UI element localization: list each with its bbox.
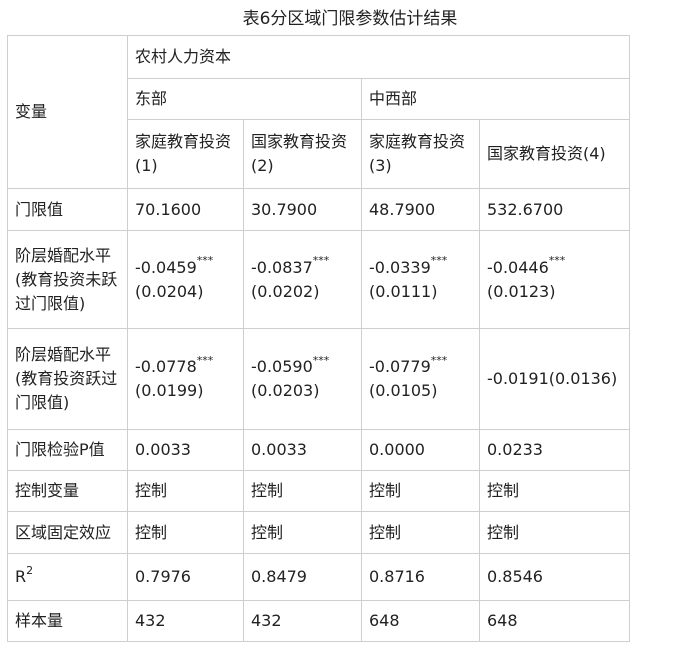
row-label: 门限值 bbox=[7, 188, 128, 231]
table-row-pvalue: 门限检验P值 0.0033 0.0033 0.0000 0.0233 bbox=[7, 429, 630, 471]
cell-value: 控制 bbox=[479, 470, 630, 512]
cell-value: 控制 bbox=[243, 511, 362, 554]
coefficient: -0.0459 bbox=[135, 257, 197, 277]
cell-value: 0.0033 bbox=[127, 429, 244, 471]
header-region-east: 东部 bbox=[127, 78, 362, 120]
row-label: 控制变量 bbox=[7, 470, 128, 512]
coefficient: -0.0778 bbox=[135, 357, 197, 376]
row-label: 阶层婚配水平 (教育投资未跃 过门限值) bbox=[7, 230, 128, 329]
row-label: 样本量 bbox=[7, 600, 128, 642]
r2-superscript: 2 bbox=[26, 563, 34, 577]
table-caption: 表6分区域门限参数估计结果 bbox=[242, 9, 458, 29]
cell-value: 70.1600 bbox=[127, 188, 244, 231]
table-row-r-squared: R2 0.7976 0.8479 0.8716 0.8546 bbox=[7, 553, 630, 601]
coefficient: -0.0446 bbox=[487, 257, 549, 277]
results-table: 变量 农村人力资本 东部 中西部 家庭教育投资 (1) 国家教育投资 (2) 家… bbox=[7, 35, 630, 642]
cell-value: 648 bbox=[361, 600, 480, 642]
cell-value: 432 bbox=[243, 600, 362, 642]
row-label-line-2: (教育投资跃过 bbox=[15, 369, 118, 388]
standard-error: (0.0199) bbox=[135, 381, 204, 400]
header-col-2: 国家教育投资 (2) bbox=[243, 119, 362, 189]
cell-coef-se: -0.0837*** (0.0202) bbox=[243, 230, 362, 329]
row-label: 门限检验P值 bbox=[7, 429, 128, 471]
header-col-1-line-1: 家庭教育投资 bbox=[135, 132, 232, 151]
cell-value: 控制 bbox=[361, 511, 480, 554]
header-group: 农村人力资本 bbox=[127, 35, 630, 79]
header-col-3-line-2: (3) bbox=[369, 156, 392, 175]
r2-label: R bbox=[15, 567, 27, 586]
row-label-line-2: (教育投资未跃 bbox=[15, 269, 118, 289]
coefficient: -0.0590 bbox=[251, 357, 313, 376]
cell-value: 0.8479 bbox=[243, 553, 362, 601]
header-variable: 变量 bbox=[7, 35, 128, 189]
header-region-east-label: 东部 bbox=[135, 89, 168, 108]
cell-value: 控制 bbox=[243, 470, 362, 512]
cell-value: 控制 bbox=[127, 470, 244, 512]
header-region-midwest-label: 中西部 bbox=[369, 89, 418, 108]
header-col-3: 家庭教育投资 (3) bbox=[361, 119, 480, 189]
cell-coef-se: -0.0778*** (0.0199) bbox=[127, 328, 244, 430]
row-label: 阶层婚配水平 (教育投资跃过 门限值) bbox=[7, 328, 128, 430]
header-col-4: 国家教育投资(4) bbox=[479, 119, 630, 189]
header-row-group: 变量 农村人力资本 bbox=[7, 35, 630, 189]
standard-error: (0.0105) bbox=[369, 381, 438, 400]
row-label: R2 bbox=[7, 553, 128, 601]
table-row-threshold: 门限值 70.1600 30.7900 48.7900 532.6700 bbox=[7, 188, 630, 231]
header-col-3-line-1: 家庭教育投资 bbox=[369, 132, 466, 151]
header-col-2-line-1: 国家教育投资 bbox=[251, 132, 348, 151]
standard-error: (0.0204) bbox=[135, 281, 204, 301]
table-row-below-threshold: 阶层婚配水平 (教育投资未跃 过门限值) -0.0459*** (0.0204)… bbox=[7, 230, 630, 329]
cell-value: 控制 bbox=[479, 511, 630, 554]
header-region-midwest: 中西部 bbox=[361, 78, 630, 120]
significance-stars: *** bbox=[196, 353, 214, 367]
table-row-controls: 控制变量 控制 控制 控制 控制 bbox=[7, 470, 630, 512]
cell-value: 432 bbox=[127, 600, 244, 642]
cell-coef-se: -0.0339*** (0.0111) bbox=[361, 230, 480, 329]
cell-value: 648 bbox=[479, 600, 630, 642]
cell-value: 0.0033 bbox=[243, 429, 362, 471]
table-row-sample-size: 样本量 432 432 648 648 bbox=[7, 600, 630, 642]
cell-coef-se: -0.0191(0.0136) bbox=[479, 328, 630, 430]
row-label-line-3: 过门限值) bbox=[15, 293, 86, 313]
cell-value: 0.8546 bbox=[479, 553, 630, 601]
cell-value: 30.7900 bbox=[243, 188, 362, 231]
row-label-line-3: 门限值) bbox=[15, 393, 70, 412]
cell-coef-se: -0.0446*** (0.0123) bbox=[479, 230, 630, 329]
significance-stars: *** bbox=[196, 254, 214, 268]
significance-stars: *** bbox=[548, 254, 566, 268]
significance-stars: *** bbox=[430, 254, 448, 268]
cell-value: 控制 bbox=[361, 470, 480, 512]
cell-value: 0.0000 bbox=[361, 429, 480, 471]
significance-stars: *** bbox=[430, 353, 448, 367]
standard-error: (0.0203) bbox=[251, 381, 320, 400]
row-label-line-1: 阶层婚配水平 bbox=[15, 345, 112, 364]
cell-value: 控制 bbox=[127, 511, 244, 554]
row-label: 区域固定效应 bbox=[7, 511, 128, 554]
header-col-4-label: 国家教育投资(4) bbox=[487, 144, 606, 163]
header-group-label: 农村人力资本 bbox=[135, 47, 232, 66]
header-col-1-line-2: (1) bbox=[135, 156, 158, 175]
cell-coef-se: -0.0779*** (0.0105) bbox=[361, 328, 480, 430]
header-col-1: 家庭教育投资 (1) bbox=[127, 119, 244, 189]
cell-value: 0.0233 bbox=[479, 429, 630, 471]
table-row-above-threshold: 阶层婚配水平 (教育投资跃过 门限值) -0.0778*** (0.0199) … bbox=[7, 328, 630, 430]
cell-value: 0.7976 bbox=[127, 553, 244, 601]
significance-stars: *** bbox=[312, 353, 330, 367]
table-row-fixed-effects: 区域固定效应 控制 控制 控制 控制 bbox=[7, 511, 630, 554]
significance-stars: *** bbox=[312, 254, 330, 268]
standard-error: (0.0111) bbox=[369, 281, 438, 301]
cell-value: 532.6700 bbox=[479, 188, 630, 231]
header-variable-label: 变量 bbox=[15, 102, 48, 121]
coefficient: -0.0339 bbox=[369, 257, 431, 277]
standard-error: (0.0202) bbox=[251, 281, 320, 301]
cell-value: 0.8716 bbox=[361, 553, 480, 601]
coefficient: -0.0779 bbox=[369, 357, 431, 376]
standard-error: (0.0123) bbox=[487, 281, 556, 301]
header-col-2-line-2: (2) bbox=[251, 156, 274, 175]
cell-value: 48.7900 bbox=[361, 188, 480, 231]
row-label-line-1: 阶层婚配水平 bbox=[15, 245, 112, 265]
cell-coef-se: -0.0459*** (0.0204) bbox=[127, 230, 244, 329]
coefficient: -0.0837 bbox=[251, 257, 313, 277]
cell-coef-se: -0.0590*** (0.0203) bbox=[243, 328, 362, 430]
